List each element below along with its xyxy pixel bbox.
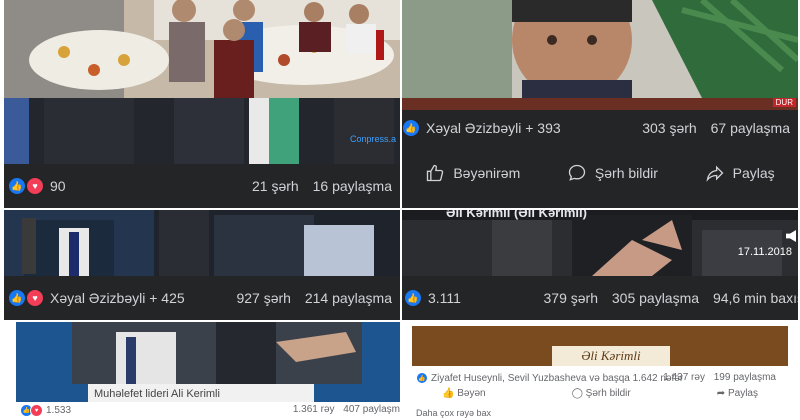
banner-title: Əli Kərimli (552, 346, 670, 366)
post-tile-news: Muhəlefet lideri Ali Kerimli 👍 ♥ 1.533 1… (16, 322, 400, 420)
stats-bar: 👍 ♥ 1.533 1.361 rəy 407 paylaşm (16, 402, 400, 420)
engagement-stats: 1.361 rəy 407 paylaşm (293, 404, 400, 415)
like-button[interactable]: 👍 Bəyən (442, 388, 486, 404)
reaction-count: 1.533 (46, 405, 72, 416)
news-caption: Muhəlefet lideri Ali Kerimli (88, 384, 314, 402)
comment-icon (568, 164, 586, 181)
share-button[interactable]: Paylaş (705, 163, 775, 183)
reaction-summary[interactable]: 👍 3.111 (404, 289, 461, 307)
news-photo[interactable]: Muhəlefet lideri Ali Kerimli (16, 322, 400, 402)
comment-button[interactable]: Şərh bildir (567, 163, 658, 183)
stats-bar: 👍 Xəyal Əzizbəyli + 393 303 şərh 67 payl… (402, 110, 798, 208)
reaction-summary[interactable]: 👍 Ziyafet Huseynli, Sevil Yuzbasheva və … (416, 372, 683, 384)
reaction-summary[interactable]: 👍 Xəyal Əzizbəyli + 393 (402, 119, 561, 137)
reaction-count: 90 (50, 178, 66, 194)
comments-count[interactable]: 303 şərh (642, 120, 696, 136)
shares-count[interactable]: 214 paylaşma (305, 290, 392, 306)
like-icon: 👍 (8, 289, 26, 307)
post-tile-banner: Əli Kərimli 👍 Ziyafet Huseynli, Sevil Yu… (402, 322, 798, 420)
reaction-count: 3.111 (428, 290, 461, 306)
post-tile-dinner: Conpress.a 👍 ♥ 90 21 şərh 16 paylaşma (4, 0, 400, 208)
like-icon: 👍 (416, 372, 428, 384)
banner-image[interactable]: Əli Kərimli (412, 326, 788, 366)
reaction-names: Xəyal Əzizbəyli + 425 (50, 290, 185, 306)
watermark: Conpress.a (349, 134, 396, 144)
like-button[interactable]: Bəyənirəm (425, 163, 520, 183)
action-bar: Bəyənirəm Şərh bildir Paylaş (402, 148, 798, 198)
page-name-overlay: Əli Kərimli (Əli Kərimli) (446, 210, 587, 220)
thumbs-up-icon (427, 164, 444, 182)
like-icon: 👍 (404, 289, 422, 307)
video-strip: DUR (402, 98, 798, 110)
engagement-stats: 1.437 rəy 199 paylaşma (663, 372, 776, 383)
shares-count[interactable]: 407 paylaşm (343, 404, 400, 415)
love-icon: ♥ (26, 289, 44, 307)
dinner-photo[interactable] (4, 0, 400, 98)
stats-bar: 👍 Ziyafet Huseynli, Sevil Yuzbasheva və … (402, 370, 798, 386)
share-arrow-icon (706, 165, 724, 182)
post-tile-video: Əli Kərimli (Əli Kərimli) 17.11.2018 👍 3… (402, 210, 798, 320)
love-icon: ♥ (30, 404, 43, 417)
engagement-stats: 21 şərh 16 paylaşma (242, 178, 392, 194)
like-icon: 👍 (402, 119, 420, 137)
shares-count[interactable]: 305 paylaşma (612, 290, 699, 306)
reaction-summary[interactable]: 👍 ♥ 90 (8, 177, 66, 195)
reaction-names: Ziyafet Huseynli, Sevil Yuzbasheva və ba… (431, 372, 684, 384)
action-bar: 👍 Bəyən ◯ Şərh bildir ➦ Paylaş (442, 388, 758, 404)
comment-button[interactable]: ◯ Şərh bildir (572, 388, 631, 404)
reaction-summary[interactable]: 👍 ♥ 1.533 (20, 404, 71, 417)
reaction-names: Xəyal Əzizbəyli + 393 (426, 120, 561, 136)
video-date: 17.11.2018 (737, 246, 792, 258)
engagement-stats: 379 şərh 305 paylaşma 94,6 min baxış (534, 290, 799, 306)
speech-photo[interactable] (4, 210, 400, 276)
portrait-photo[interactable] (402, 0, 798, 98)
stats-bar: 👍 3.111 379 şərh 305 paylaşma 94,6 min b… (402, 276, 798, 320)
comments-count[interactable]: 21 şərh (252, 178, 299, 194)
shares-count[interactable]: 199 paylaşma (714, 372, 776, 383)
post-tile-portrait: DUR 👍 Xəyal Əzizbəyli + 393 303 şərh 67 … (402, 0, 798, 208)
view-more-comments-link[interactable]: Daha çox rəyə bax (416, 408, 491, 418)
live-badge: DUR (772, 98, 796, 107)
share-button[interactable]: ➦ Paylaş (717, 388, 758, 404)
comments-count[interactable]: 1.361 rəy (293, 404, 335, 415)
views-count[interactable]: 94,6 min baxış (713, 290, 798, 306)
shares-count[interactable]: 67 paylaşma (711, 120, 790, 136)
stats-bar: 👍 ♥ Xəyal Əzizbəyli + 425 927 şərh 214 p… (4, 276, 400, 320)
post-tile-speech: 👍 ♥ Xəyal Əzizbəyli + 425 927 şərh 214 p… (4, 210, 400, 320)
comments-count[interactable]: 1.437 rəy (663, 372, 705, 383)
engagement-stats: 927 şərh 214 paylaşma (226, 290, 392, 306)
reaction-summary[interactable]: 👍 ♥ Xəyal Əzizbəyli + 425 (8, 289, 185, 307)
comments-count[interactable]: 379 şərh (544, 290, 598, 306)
love-icon: ♥ (26, 177, 44, 195)
video-frame[interactable]: Əli Kərimli (Əli Kərimli) 17.11.2018 (402, 210, 798, 276)
engagement-stats: 303 şərh 67 paylaşma (632, 120, 790, 136)
like-icon: 👍 (8, 177, 26, 195)
comments-count[interactable]: 927 şərh (236, 290, 290, 306)
stats-bar: 👍 ♥ 90 21 şərh 16 paylaşma (4, 164, 400, 208)
shares-count[interactable]: 16 paylaşma (313, 178, 392, 194)
crowd-photo[interactable]: Conpress.a (4, 98, 400, 164)
